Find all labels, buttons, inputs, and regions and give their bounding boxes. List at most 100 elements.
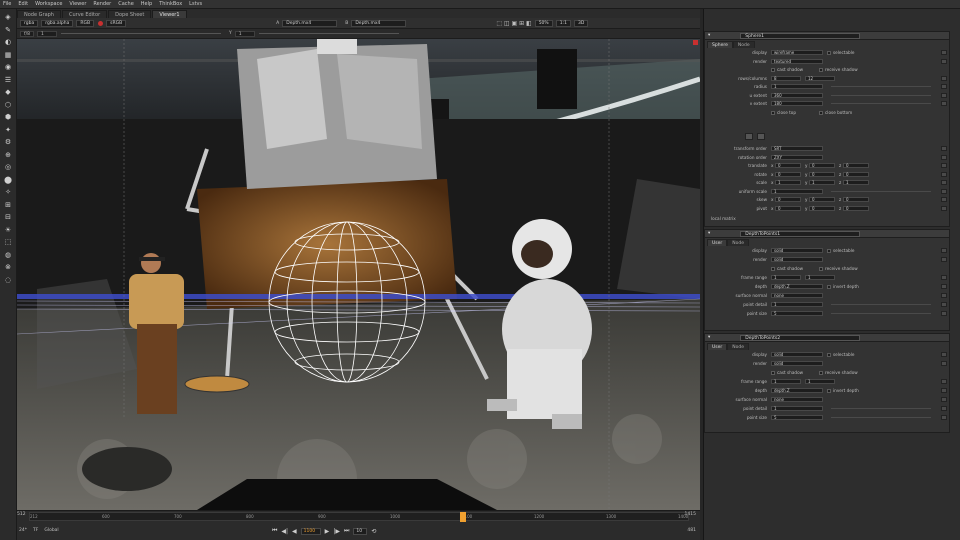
animation-button[interactable] <box>941 58 947 64</box>
pivot-gizmo-icon[interactable] <box>757 133 765 140</box>
global-label[interactable]: Global <box>44 528 58 533</box>
node-tool-icon[interactable]: ⬚ <box>4 238 12 246</box>
axis-y-field[interactable]: 0 <box>809 171 835 177</box>
property-value-field[interactable]: ZXY <box>771 154 823 160</box>
panel-tab-node[interactable]: Node <box>732 41 755 48</box>
checkbox[interactable] <box>827 353 831 357</box>
node-tool-icon[interactable]: ⊗ <box>4 263 12 271</box>
node-tool-icon[interactable]: ◆ <box>4 88 12 96</box>
property-value-field[interactable]: solid <box>771 361 823 366</box>
checkbox[interactable] <box>827 285 831 289</box>
tab-curve-editor[interactable]: Curve Editor <box>61 10 108 18</box>
gain-slider[interactable] <box>60 33 221 34</box>
animation-button[interactable] <box>941 171 947 177</box>
node-tool-icon[interactable]: ⊞ <box>4 201 12 209</box>
step-back-icon[interactable]: ◀| <box>281 528 288 535</box>
play-icon[interactable]: ▶ <box>325 528 330 535</box>
value-slider[interactable] <box>831 190 931 195</box>
input-b-select[interactable]: Depth.mx4 <box>351 19 407 27</box>
property-value-field[interactable]: 360 <box>771 92 823 98</box>
property-value-field[interactable]: none <box>771 293 823 298</box>
axis-x-field[interactable]: 0 <box>775 205 801 211</box>
axis-y-field[interactable]: 0 <box>809 197 835 202</box>
tab-dope-sheet[interactable]: Dope Sheet <box>108 10 152 18</box>
checkbox[interactable] <box>827 249 831 253</box>
checkbox[interactable] <box>819 267 823 271</box>
property-value-field[interactable]: solid <box>771 257 823 262</box>
animation-button[interactable] <box>941 397 947 402</box>
loop-icon[interactable]: ⟲ <box>371 528 376 535</box>
panel-tab-sphere[interactable]: Sphere <box>707 41 733 48</box>
viewer-close-icon[interactable] <box>693 40 698 45</box>
ratio-select[interactable]: 1:1 <box>555 19 571 27</box>
zoom-select[interactable]: 50% <box>534 19 553 27</box>
property-value-field[interactable]: 5 <box>771 311 823 316</box>
local-matrix-toggle[interactable]: local matrix <box>711 216 791 222</box>
node-tool-icon[interactable]: ⊟ <box>4 213 12 221</box>
view-mode-select[interactable]: 3D <box>573 19 589 27</box>
axis-y-field[interactable]: 1 <box>809 180 835 185</box>
value-slider[interactable] <box>831 417 931 421</box>
axis-z-field[interactable]: 0 <box>843 205 869 211</box>
gain-field[interactable]: 1 <box>36 30 57 37</box>
rotation-gizmo-icon[interactable] <box>745 133 753 140</box>
value-slider[interactable] <box>831 103 931 107</box>
node-tool-icon[interactable]: ◐ <box>4 38 12 46</box>
fstop-select[interactable]: f/8 <box>20 30 34 37</box>
node-tool-icon[interactable]: ⊕ <box>4 151 12 159</box>
animation-button[interactable] <box>941 180 947 185</box>
goto-start-icon[interactable]: ⏮ <box>272 527 277 535</box>
property-value2-field[interactable]: 1 <box>805 275 835 280</box>
property-value-field[interactable]: 8 <box>771 75 801 81</box>
value-slider[interactable] <box>831 94 931 99</box>
axis-x-field[interactable]: 0 <box>775 171 801 177</box>
animation-button[interactable] <box>941 361 947 366</box>
property-value-field[interactable]: 1 <box>771 302 823 307</box>
property-value-field[interactable]: solid <box>771 352 823 357</box>
property-value2-field[interactable]: 12 <box>805 75 835 81</box>
axis-x-field[interactable]: 0 <box>775 197 801 202</box>
animation-button[interactable] <box>941 75 947 81</box>
panel-tab-node[interactable]: Node <box>727 239 750 246</box>
node-tool-icon[interactable]: ✎ <box>4 26 12 34</box>
property-value-field[interactable]: 1 <box>771 379 801 384</box>
axis-x-field[interactable]: 1 <box>775 180 801 185</box>
property-value-field[interactable]: solid <box>771 248 823 253</box>
property-value-field[interactable]: textured <box>771 58 823 64</box>
node-tool-icon[interactable]: ◍ <box>4 251 12 259</box>
fps-label[interactable]: 24* <box>19 528 27 533</box>
animation-button[interactable] <box>941 84 947 89</box>
node-tool-icon[interactable]: ◉ <box>4 63 12 71</box>
node-tool-icon[interactable]: ☰ <box>4 76 12 84</box>
tab-viewer1[interactable]: Viewer1 <box>152 10 187 18</box>
checkbox[interactable] <box>771 110 775 115</box>
value-slider[interactable] <box>831 408 931 412</box>
property-value-field[interactable]: 1 <box>771 406 823 411</box>
animation-button[interactable] <box>941 302 947 307</box>
display-select[interactable]: sRGB <box>106 19 127 27</box>
animation-button[interactable] <box>941 284 947 289</box>
animation-button[interactable] <box>941 388 947 393</box>
alpha-select[interactable]: rgba.alpha <box>41 19 74 27</box>
value-slider[interactable] <box>831 304 931 308</box>
menu-edit[interactable]: Edit <box>18 1 28 7</box>
animation-button[interactable] <box>941 415 947 420</box>
property-value-field[interactable]: 1 <box>771 275 801 280</box>
property-value2-field[interactable]: 1 <box>805 379 835 384</box>
panel-tab-user[interactable]: User <box>707 343 728 350</box>
viewer-tool-icons[interactable]: ⬚ ◫ ▣ ⊞ ◧ <box>496 20 531 27</box>
animation-button[interactable] <box>941 92 947 98</box>
node-tool-icon[interactable]: ◈ <box>4 13 12 21</box>
animation-button[interactable] <box>941 205 947 211</box>
node-tool-icon[interactable]: ✦ <box>4 126 12 134</box>
channels-select[interactable]: rgba <box>20 19 39 27</box>
goto-end-icon[interactable]: ⏭ <box>344 527 349 535</box>
menu-file[interactable]: File <box>3 1 11 7</box>
gamma-slider[interactable] <box>258 33 399 34</box>
panel-tab-node[interactable]: Node <box>727 343 750 350</box>
property-value-field[interactable]: SRT <box>771 146 823 151</box>
gamma-field[interactable]: 1 <box>234 30 255 37</box>
axis-z-field[interactable]: 0 <box>843 171 869 177</box>
checkbox[interactable] <box>827 51 831 55</box>
animation-button[interactable] <box>941 275 947 280</box>
